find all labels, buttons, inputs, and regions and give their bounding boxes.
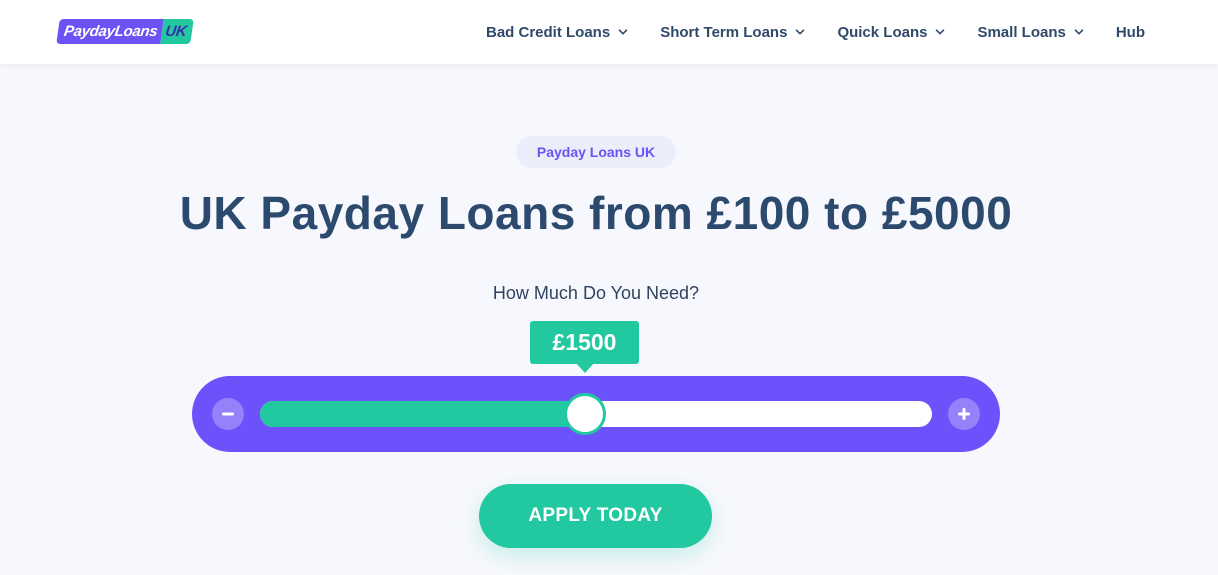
amount-question: How Much Do You Need? — [492, 283, 700, 303]
chevron-down-icon — [1074, 27, 1084, 37]
loan-amount-slider-panel — [192, 376, 1000, 452]
plus-icon — [958, 408, 970, 420]
nav-item-small-loans[interactable]: Small Loans — [977, 23, 1084, 41]
nav-item-label: Hub — [1115, 23, 1145, 41]
chevron-down-icon — [935, 27, 945, 37]
logo-text: PaydayLoans — [56, 19, 165, 44]
nav-item-quick-loans[interactable]: Quick Loans — [837, 24, 945, 41]
increase-amount-button[interactable] — [948, 398, 980, 430]
main-nav: Bad Credit Loans Short Term Loans Quick … — [486, 0, 1145, 64]
nav-item-hub[interactable]: Hub — [1116, 24, 1145, 41]
site-header: PaydayLoans UK Bad Credit Loans Short Te… — [0, 0, 1218, 64]
nav-item-label: Small Loans — [977, 23, 1066, 41]
chevron-down-icon — [618, 27, 628, 37]
slider-thumb[interactable] — [564, 393, 606, 435]
amount-value-tooltip: £1500 — [530, 321, 639, 364]
page-title: UK Payday Loans from £100 to £5000 — [179, 187, 1013, 239]
chevron-down-icon — [795, 27, 805, 37]
nav-item-bad-credit-loans[interactable]: Bad Credit Loans — [486, 24, 628, 41]
minus-icon — [222, 412, 234, 416]
nav-item-label: Bad Credit Loans — [486, 23, 611, 41]
site-logo[interactable]: PaydayLoans UK — [56, 19, 194, 44]
logo-uk-text: UK — [160, 19, 194, 44]
apply-today-button[interactable]: APPLY TODAY — [479, 484, 712, 548]
nav-item-short-term-loans[interactable]: Short Term Loans — [660, 24, 805, 41]
decrease-amount-button[interactable] — [212, 398, 244, 430]
hero-badge: Payday Loans UK — [516, 136, 676, 168]
slider-track-fill — [260, 401, 585, 427]
nav-item-label: Short Term Loans — [660, 23, 788, 41]
nav-item-label: Quick Loans — [837, 23, 928, 41]
tooltip-pointer — [576, 363, 594, 373]
